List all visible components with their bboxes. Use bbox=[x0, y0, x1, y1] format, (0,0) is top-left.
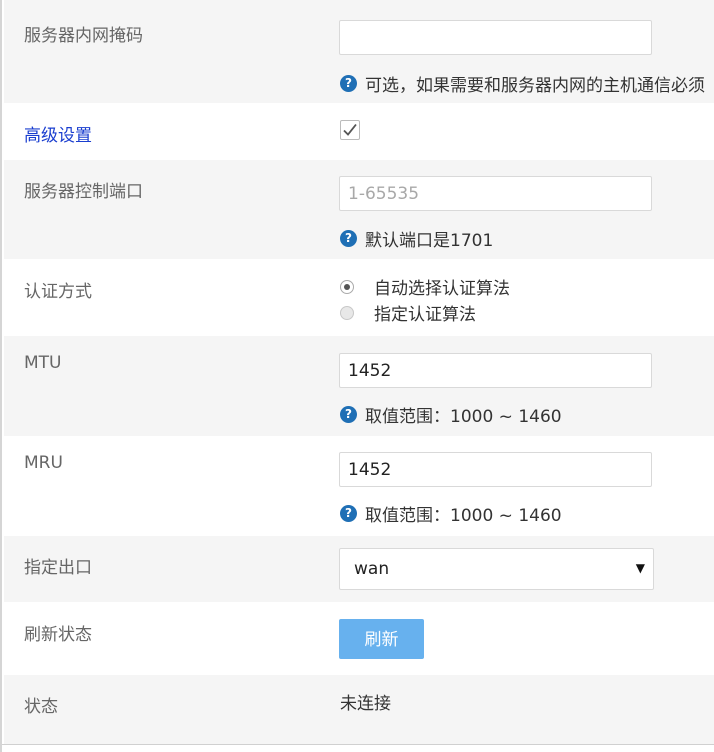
mru-hint-text: 取值范围：1000 ~ 1460 bbox=[365, 506, 562, 526]
auth-option-specify-label: 指定认证算法 bbox=[374, 305, 476, 325]
advanced-settings-checkbox[interactable] bbox=[340, 120, 360, 140]
advanced-settings-label[interactable]: 高级设置 bbox=[24, 121, 92, 146]
settings-panel: 服务器内网掩码 ? 可选，如果需要和服务器内网的主机通信必须 高级设置 服务器控… bbox=[0, 0, 714, 752]
auth-option-specify[interactable]: 指定认证算法 bbox=[340, 300, 476, 325]
row-auth-method: 认证方式 自动选择认证算法 指定认证算法 bbox=[4, 259, 714, 336]
question-circle-icon: ? bbox=[340, 230, 357, 247]
outbound-select-value: wan bbox=[354, 559, 390, 579]
row-subnet-mask: 服务器内网掩码 ? 可选，如果需要和服务器内网的主机通信必须 bbox=[4, 0, 714, 103]
row-status: 状态 未连接 bbox=[4, 675, 714, 744]
subnet-mask-hint-text: 可选，如果需要和服务器内网的主机通信必须 bbox=[365, 76, 705, 96]
mru-hint: ? 取值范围：1000 ~ 1460 bbox=[340, 501, 562, 526]
auth-option-auto[interactable]: 自动选择认证算法 bbox=[340, 274, 510, 299]
refresh-status-label: 刷新状态 bbox=[24, 625, 92, 645]
control-port-label: 服务器控制端口 bbox=[24, 182, 143, 202]
mtu-hint: ? 取值范围：1000 ~ 1460 bbox=[340, 402, 562, 427]
checkmark-icon bbox=[343, 123, 357, 136]
control-port-hint-text: 默认端口是1701 bbox=[365, 231, 494, 251]
mtu-input[interactable] bbox=[339, 353, 652, 388]
subnet-mask-input[interactable] bbox=[339, 20, 652, 55]
status-value: 未连接 bbox=[340, 694, 391, 714]
status-label: 状态 bbox=[24, 697, 58, 717]
mru-label: MRU bbox=[24, 453, 63, 473]
outbound-select[interactable]: wan ▼ bbox=[339, 548, 654, 590]
mtu-hint-text: 取值范围：1000 ~ 1460 bbox=[365, 407, 562, 427]
control-port-input[interactable] bbox=[339, 176, 652, 211]
mtu-label: MTU bbox=[24, 353, 62, 373]
triangle-down-icon: ▼ bbox=[635, 561, 645, 575]
row-advanced: 高级设置 bbox=[4, 103, 714, 160]
refresh-button[interactable]: 刷新 bbox=[339, 619, 424, 659]
control-port-hint: ? 默认端口是1701 bbox=[340, 226, 493, 251]
subnet-mask-hint: ? 可选，如果需要和服务器内网的主机通信必须 bbox=[340, 71, 705, 96]
row-mtu: MTU ? 取值范围：1000 ~ 1460 bbox=[4, 336, 714, 436]
subnet-mask-label: 服务器内网掩码 bbox=[24, 26, 143, 46]
radio-button-unchecked[interactable] bbox=[340, 305, 354, 320]
auth-method-label: 认证方式 bbox=[24, 282, 92, 302]
radio-button-checked[interactable] bbox=[340, 279, 354, 294]
divider bbox=[2, 744, 714, 745]
question-circle-icon: ? bbox=[340, 406, 357, 423]
outbound-label: 指定出口 bbox=[24, 558, 92, 578]
auth-option-auto-label: 自动选择认证算法 bbox=[374, 279, 510, 299]
row-mru: MRU ? 取值范围：1000 ~ 1460 bbox=[4, 436, 714, 536]
row-outbound: 指定出口 wan ▼ bbox=[4, 536, 714, 602]
mru-input[interactable] bbox=[339, 452, 652, 487]
row-control-port: 服务器控制端口 ? 默认端口是1701 bbox=[4, 160, 714, 259]
row-refresh: 刷新状态 刷新 bbox=[4, 602, 714, 675]
question-circle-icon: ? bbox=[340, 75, 357, 92]
question-circle-icon: ? bbox=[340, 505, 357, 522]
